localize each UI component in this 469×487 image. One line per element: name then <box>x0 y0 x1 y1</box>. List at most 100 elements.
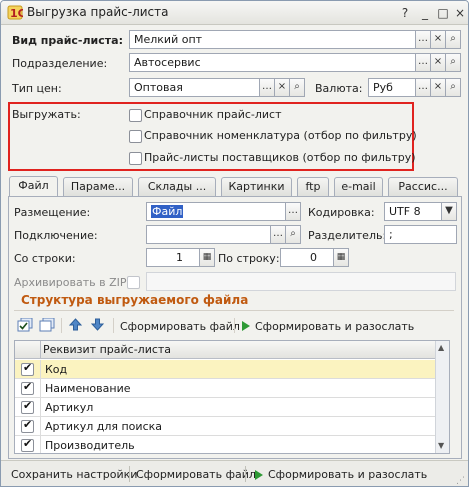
calculator-icon[interactable]: ▦ <box>200 248 215 267</box>
clear-icon[interactable]: × <box>275 78 290 97</box>
table-row[interactable]: Производитель <box>15 436 435 453</box>
row-label: Наименование <box>45 382 131 395</box>
select-button[interactable]: … <box>286 202 301 221</box>
tab-file[interactable]: Файл <box>9 176 58 198</box>
calculator-icon[interactable]: ▦ <box>334 248 349 267</box>
form-send-bottom-button[interactable]: Сформировать и разослать <box>268 468 427 481</box>
check-all-icon[interactable] <box>17 318 33 332</box>
form-send-button[interactable]: Сформировать и разослать <box>255 320 414 333</box>
tab-parameters[interactable]: Параме... <box>63 177 133 197</box>
clear-icon[interactable]: × <box>431 30 446 49</box>
scroll-down-icon[interactable]: ▼ <box>438 441 444 450</box>
search-icon[interactable]: ⌕ <box>446 30 461 49</box>
archive-path-field[interactable] <box>146 272 456 291</box>
maximize-icon[interactable]: □ <box>435 5 451 21</box>
column-divider <box>40 398 41 417</box>
price-export-window: 1C Выгрузка прайс-листа ? _ □ × Вид прай… <box>0 0 469 487</box>
connection-field[interactable] <box>146 225 271 244</box>
export-option-checkbox[interactable] <box>129 152 142 165</box>
tab-schedule[interactable]: Расcис... <box>388 177 458 197</box>
from-row-field[interactable]: 1 <box>146 248 200 267</box>
save-settings-button[interactable]: Сохранить настройки <box>11 468 137 481</box>
column-header-attribute: Реквизит прайс-листа <box>43 343 172 356</box>
export-option-label[interactable]: Справочник прайс-лист <box>144 108 282 121</box>
move-up-icon[interactable] <box>69 318 82 331</box>
search-icon[interactable]: ⌕ <box>286 225 301 244</box>
command-divider <box>129 466 130 482</box>
row-checkbox[interactable] <box>21 418 34 433</box>
uncheck-all-icon[interactable] <box>39 318 55 332</box>
export-option-checkbox[interactable] <box>129 130 142 143</box>
help-icon[interactable]: ? <box>397 5 413 21</box>
division-field[interactable]: Автосервис <box>129 53 416 72</box>
export-option-checkbox[interactable] <box>129 109 142 122</box>
price-type-field[interactable]: Мелкий опт <box>129 30 416 49</box>
fields-table: Реквизит прайс-листа Код Наименование Ар… <box>14 340 450 454</box>
scroll-up-icon[interactable]: ▲ <box>438 343 444 352</box>
table-header: Реквизит прайс-листа <box>15 341 449 359</box>
toolbar-divider <box>61 318 62 333</box>
form-file-bottom-button[interactable]: Сформировать файл <box>136 468 256 481</box>
table-row[interactable]: Код <box>15 360 435 379</box>
bottom-command-bar: Сохранить настройки Сформировать файл Сф… <box>1 460 468 486</box>
search-icon[interactable]: ⌕ <box>290 78 305 97</box>
export-label: Выгружать: <box>12 108 81 121</box>
select-button[interactable]: … <box>271 225 286 244</box>
table-row[interactable]: Наименование <box>15 379 435 398</box>
table-row[interactable]: Артикул <box>15 398 435 417</box>
row-label: Код <box>45 363 68 376</box>
row-checkbox[interactable] <box>21 399 34 414</box>
encoding-label: Кодировка: <box>308 206 375 219</box>
toolbar-divider <box>234 318 235 333</box>
to-row-field[interactable]: 0 <box>280 248 334 267</box>
tab-ftp[interactable]: ftp <box>297 177 329 197</box>
to-row-label: По строку: <box>218 252 280 265</box>
from-row-label: Со строки: <box>14 252 76 265</box>
placement-field[interactable]: Файл <box>146 202 286 221</box>
division-label: Подразделение: <box>12 57 108 70</box>
row-label: Артикул для поиска <box>45 420 162 433</box>
row-label: Артикул <box>45 401 94 414</box>
search-icon[interactable]: ⌕ <box>446 53 461 72</box>
row-checkbox[interactable] <box>21 437 34 452</box>
clear-icon[interactable]: × <box>431 53 446 72</box>
row-label: Производитель <box>45 439 135 452</box>
svg-text:1C: 1C <box>10 7 23 20</box>
select-button[interactable]: … <box>416 53 431 72</box>
play-icon[interactable] <box>241 321 251 331</box>
close-icon[interactable]: × <box>452 5 468 21</box>
search-icon[interactable]: ⌕ <box>446 78 461 97</box>
separator-field[interactable]: ; <box>384 225 457 244</box>
app-icon: 1C <box>7 5 23 20</box>
tab-email[interactable]: e-mail <box>334 177 383 197</box>
play-icon[interactable] <box>254 470 264 480</box>
connection-label: Подключение: <box>14 229 98 242</box>
table-row[interactable]: Артикул для поиска <box>15 417 435 436</box>
select-button[interactable]: … <box>416 30 431 49</box>
move-down-icon[interactable] <box>91 318 104 331</box>
tab-pictures[interactable]: Картинки <box>221 177 292 197</box>
form-file-button[interactable]: Сформировать файл <box>120 320 240 333</box>
currency-field[interactable]: Руб <box>368 78 416 97</box>
placement-value: Файл <box>151 205 184 218</box>
resize-grip-icon[interactable]: ⋰ <box>456 476 465 486</box>
select-button[interactable]: … <box>260 78 275 97</box>
placement-label: Размещение: <box>14 206 91 219</box>
encoding-field[interactable]: UTF 8 <box>384 202 442 221</box>
export-option-label[interactable]: Справочник номенклатура (отбор по фильтр… <box>144 129 417 142</box>
chevron-down-icon[interactable]: ▼ <box>442 202 457 221</box>
minimize-icon[interactable]: _ <box>417 5 433 21</box>
vertical-scrollbar[interactable]: ▲ ▼ <box>435 341 449 453</box>
currency-label: Валюта: <box>315 82 363 95</box>
row-checkbox[interactable] <box>21 380 34 395</box>
clear-icon[interactable]: × <box>431 78 446 97</box>
select-button[interactable]: … <box>416 78 431 97</box>
tab-warehouses[interactable]: Склады ... <box>138 177 216 197</box>
export-option-label[interactable]: Прайс-листы поставщиков (отбор по фильтр… <box>144 151 416 164</box>
row-checkbox[interactable] <box>21 361 34 376</box>
archive-zip-checkbox[interactable] <box>127 276 140 289</box>
price-type-label: Вид прайс-листа: <box>12 34 123 47</box>
structure-title: Структура выгружаемого файла <box>21 293 249 307</box>
price-kind-field[interactable]: Оптовая <box>129 78 260 97</box>
command-divider <box>245 466 246 482</box>
